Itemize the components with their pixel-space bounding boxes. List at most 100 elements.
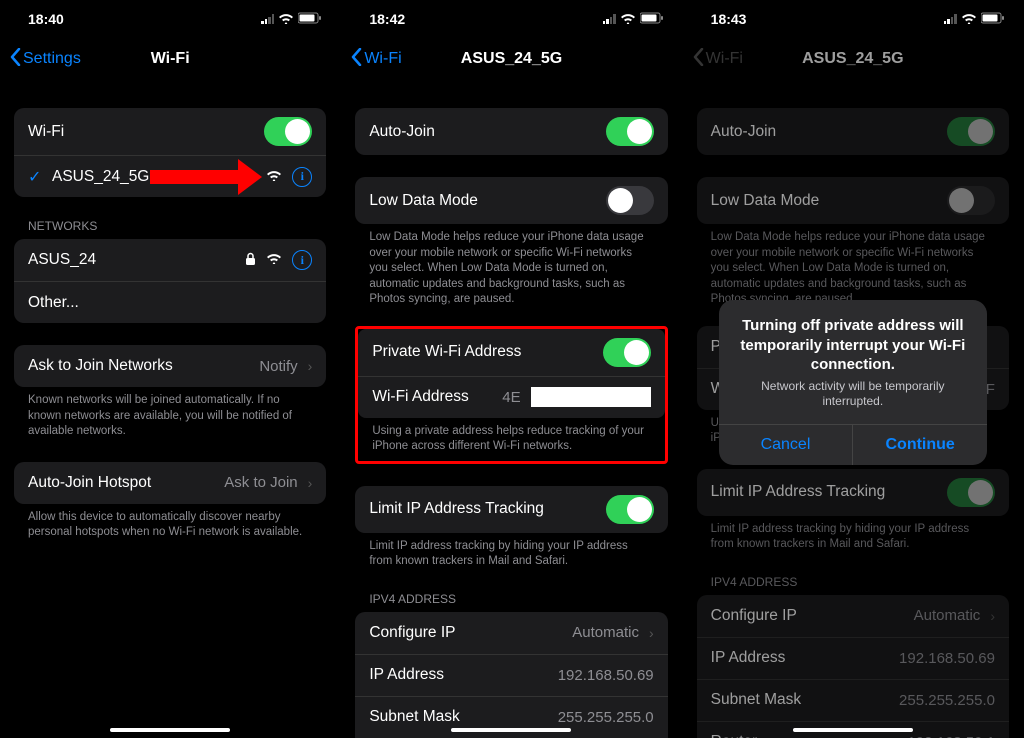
wifi-signal-icon [266,168,282,186]
configure-ip-label: Configure IP [369,624,455,642]
low-data-footer: Low Data Mode helps reduce your iPhone d… [355,224,667,308]
wifi-toggle-group: Wi-Fi ✓ ASUS_24_5G i [14,108,326,197]
network-row[interactable]: ASUS_24 i [14,239,326,281]
wifi-address-label: Wi-Fi Address [372,388,468,406]
connected-network-row[interactable]: ✓ ASUS_24_5G i [14,155,326,197]
highlight-annotation: Private Wi-Fi Address Wi-Fi Address 4E U… [355,326,667,464]
nav-bar: Settings Wi-Fi [0,38,340,80]
ask-to-join-group: Ask to Join Networks Notify › [14,345,326,387]
chevron-right-icon: › [990,608,995,624]
auto-join-group: Auto-Join [697,108,1009,155]
configure-ip-value: Automatic [572,624,639,641]
ipv4-group: Configure IP Automatic› IP Address 192.1… [697,595,1009,738]
chevron-left-icon [693,48,704,71]
cellular-icon [944,14,957,24]
back-button[interactable]: Wi-Fi [351,48,401,71]
status-icons [603,11,664,27]
private-address-group: Private Wi-Fi Address Wi-Fi Address 4E [358,329,664,418]
ask-to-join-label: Ask to Join Networks [28,357,173,375]
other-network-row[interactable]: Other... [14,281,326,323]
router-label: Router [711,733,758,738]
home-indicator[interactable] [110,728,230,732]
continue-button[interactable]: Continue [852,425,987,465]
limit-tracking-label: Limit IP Address Tracking [711,483,886,501]
back-button[interactable]: Settings [10,48,81,71]
auto-hotspot-value: Ask to Join [224,474,297,491]
ip-address-value: 192.168.50.69 [558,667,654,684]
low-data-toggle[interactable] [606,186,654,215]
status-time: 18:43 [711,11,747,27]
chevron-right-icon: › [649,625,654,641]
cellular-icon [603,14,616,24]
low-data-label: Low Data Mode [369,192,478,210]
limit-tracking-toggle[interactable] [606,495,654,524]
auto-hotspot-group: Auto-Join Hotspot Ask to Join › [14,462,326,504]
private-footer: Using a private address helps reduce tra… [358,418,664,455]
battery-icon [640,11,664,27]
limit-tracking-row: Limit IP Address Tracking [697,469,1009,516]
back-label: Settings [23,50,81,68]
private-address-toggle[interactable] [603,338,651,367]
auto-join-group: Auto-Join [355,108,667,155]
ask-to-join-row[interactable]: Ask to Join Networks Notify › [14,345,326,387]
limit-tracking-label: Limit IP Address Tracking [369,500,544,518]
configure-ip-label: Configure IP [711,607,797,625]
limit-tracking-row[interactable]: Limit IP Address Tracking [355,486,667,533]
checkmark-icon: ✓ [28,167,42,187]
status-time: 18:40 [28,11,64,27]
info-icon[interactable]: i [292,250,312,270]
limit-tracking-group: Limit IP Address Tracking [697,469,1009,516]
screen-network-detail-alert: 18:43 Wi-Fi ASUS_24_5G Auto-Join Low Dat… [683,0,1024,738]
subnet-row: Subnet Mask 255.255.255.0 [697,679,1009,721]
low-data-toggle [947,186,995,215]
chevron-left-icon [351,48,362,71]
limit-tracking-toggle [947,478,995,507]
wifi-signal-icon [266,251,282,269]
ip-address-row: IP Address 192.168.50.69 [697,637,1009,679]
limit-footer: Limit IP address tracking by hiding your… [697,516,1009,553]
home-indicator[interactable] [793,728,913,732]
subnet-value: 255.255.255.0 [558,709,654,726]
status-bar: 18:42 [341,0,681,38]
ip-address-label: IP Address [711,649,786,667]
info-icon[interactable]: i [292,167,312,187]
cellular-icon [261,14,274,24]
cancel-button[interactable]: Cancel [719,425,853,465]
wifi-icon [961,11,977,27]
wifi-toggle[interactable] [264,117,312,146]
low-data-group: Low Data Mode [697,177,1009,224]
back-label: Wi-Fi [706,50,743,68]
status-icons [944,11,1005,27]
subnet-label: Subnet Mask [711,691,801,709]
ask-to-join-value: Notify [259,358,297,375]
low-data-row[interactable]: Low Data Mode [355,177,667,224]
ipv4-header: IPV4 ADDRESS [711,575,995,589]
low-data-group: Low Data Mode [355,177,667,224]
nav-bar: Wi-Fi ASUS_24_5G [683,38,1023,80]
auto-join-toggle[interactable] [606,117,654,146]
wifi-toggle-label: Wi-Fi [28,123,64,141]
low-data-row: Low Data Mode [697,177,1009,224]
limit-tracking-group: Limit IP Address Tracking [355,486,667,533]
auto-join-row[interactable]: Auto-Join [355,108,667,155]
auto-hotspot-label: Auto-Join Hotspot [28,474,151,492]
private-address-row[interactable]: Private Wi-Fi Address [358,329,664,376]
alert-title: Turning off private address will tempora… [733,316,973,375]
status-time: 18:42 [369,11,405,27]
home-indicator[interactable] [451,728,571,732]
auto-hotspot-row[interactable]: Auto-Join Hotspot Ask to Join › [14,462,326,504]
ask-footer: Known networks will be joined automatica… [14,387,326,440]
ip-address-row: IP Address 192.168.50.69 [355,654,667,696]
auto-join-label: Auto-Join [711,123,776,141]
wifi-toggle-row[interactable]: Wi-Fi [14,108,326,155]
configure-ip-row[interactable]: Configure IP Automatic › [355,612,667,654]
router-value: 192.168.50.1 [907,734,995,738]
auto-join-label: Auto-Join [369,123,434,141]
wifi-icon [278,12,294,27]
nav-bar: Wi-Fi ASUS_24_5G [341,38,681,80]
networks-header: NETWORKS [28,219,312,233]
confirm-alert: Turning off private address will tempora… [719,300,987,465]
subnet-value: 255.255.255.0 [899,692,995,709]
connected-network-name: ASUS_24_5G [52,168,149,186]
low-data-label: Low Data Mode [711,192,820,210]
